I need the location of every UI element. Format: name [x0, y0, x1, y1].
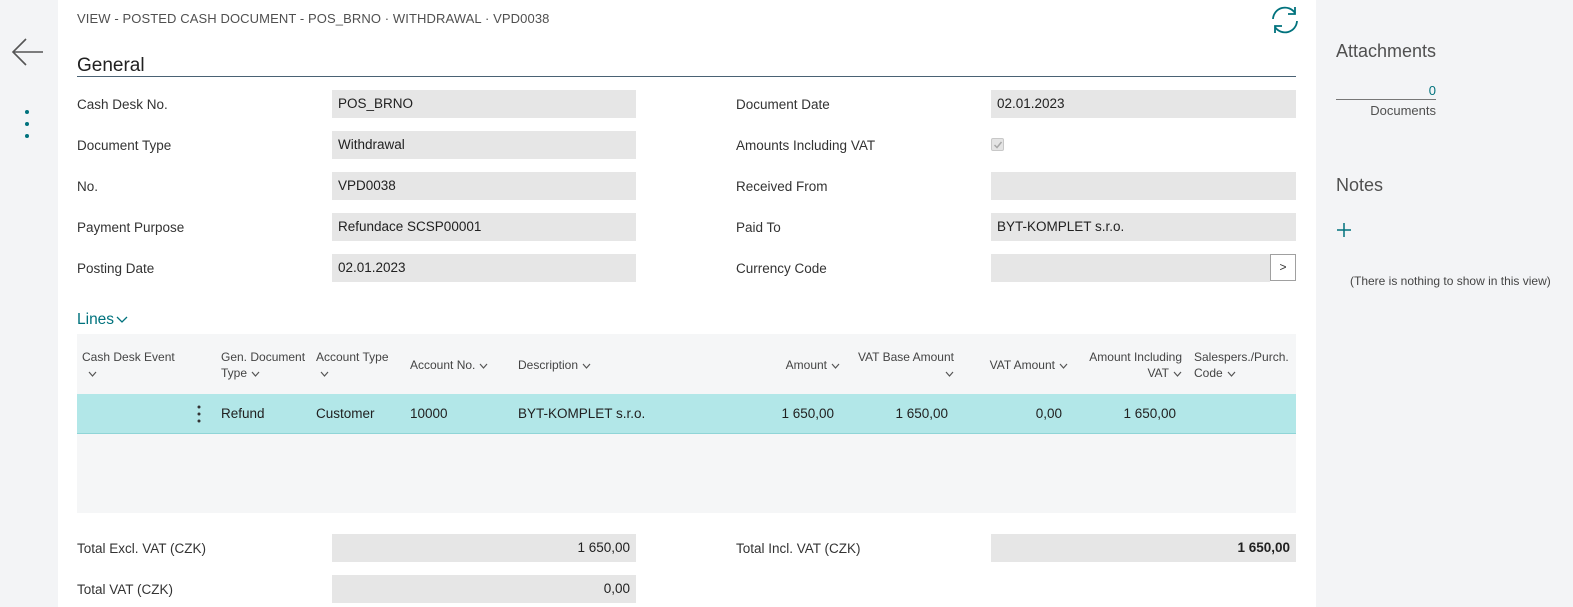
- notes-empty-message: (There is nothing to show in this view): [1350, 274, 1551, 288]
- refresh-button[interactable]: [1268, 4, 1302, 36]
- more-actions-button[interactable]: [18, 108, 36, 142]
- back-button[interactable]: [10, 36, 46, 68]
- cash-desk-no-label: Cash Desk No.: [77, 97, 168, 112]
- total-vat-label: Total VAT (CZK): [77, 582, 174, 597]
- col-header-label: VAT Base Amount: [857, 350, 954, 364]
- refresh-icon: [1272, 6, 1298, 34]
- cell-account-no[interactable]: 10000: [410, 406, 448, 421]
- col-header-label: VAT: [1147, 366, 1169, 380]
- page-caption: VIEW - POSTED CASH DOCUMENT - POS_BRNO ·…: [77, 11, 550, 26]
- vertical-ellipsis-icon: [197, 405, 201, 423]
- total-incl-vat-label: Total Incl. VAT (CZK): [736, 541, 861, 556]
- total-incl-vat-value: 1 650,00: [991, 534, 1296, 562]
- chevron-down-icon: [479, 363, 488, 369]
- chevron-down-icon: [1059, 363, 1068, 369]
- table-row[interactable]: Refund Customer 10000 BYT-KOMPLET s.r.o.…: [77, 394, 1296, 434]
- col-header-label: Account Type: [316, 350, 389, 364]
- col-header-description[interactable]: Description: [518, 357, 591, 373]
- cell-amount[interactable]: 1 650,00: [781, 406, 834, 421]
- chevron-down-icon: [1227, 371, 1236, 377]
- add-note-button[interactable]: [1334, 220, 1354, 240]
- chevron-down-icon: [116, 316, 128, 323]
- total-excl-vat-value: 1 650,00: [332, 534, 636, 562]
- main-content: VIEW - POSTED CASH DOCUMENT - POS_BRNO ·…: [58, 0, 1316, 607]
- checkmark-icon: [993, 141, 1003, 149]
- currency-code-label: Currency Code: [736, 261, 827, 276]
- row-actions-button[interactable]: [195, 404, 203, 424]
- chevron-down-icon: [1173, 371, 1182, 377]
- arrow-left-icon: [11, 38, 43, 66]
- posting-date-field[interactable]: 02.01.2023: [332, 254, 636, 282]
- col-header-amount[interactable]: Amount: [786, 357, 840, 373]
- lines-section-toggle[interactable]: Lines: [77, 311, 128, 329]
- factbox-pane: Attachments 0 Documents Notes (There is …: [1316, 0, 1573, 607]
- col-header-vat-base-amount[interactable]: VAT Base Amount: [858, 349, 954, 381]
- col-header-account-no[interactable]: Account No.: [410, 357, 488, 373]
- cash-desk-no-field[interactable]: POS_BRNO: [332, 90, 636, 118]
- paid-to-field[interactable]: BYT-KOMPLET s.r.o.: [991, 213, 1296, 241]
- total-excl-vat-label: Total Excl. VAT (CZK): [77, 541, 207, 556]
- payment-purpose-field[interactable]: Refundace SCSP00001: [332, 213, 636, 241]
- amounts-including-vat-label: Amounts Including VAT: [736, 138, 876, 153]
- total-vat-value: 0,00: [332, 575, 636, 603]
- chevron-down-icon: [251, 371, 260, 377]
- cell-vat-base-amount[interactable]: 1 650,00: [895, 406, 948, 421]
- received-from-label: Received From: [736, 179, 828, 194]
- currency-code-assist-button[interactable]: >: [1270, 254, 1296, 281]
- document-date-label: Document Date: [736, 97, 830, 112]
- left-rail: [0, 0, 58, 607]
- col-header-label: VAT Amount: [989, 358, 1055, 372]
- vertical-ellipsis-icon: [25, 110, 29, 138]
- lines-title: Lines: [77, 311, 115, 328]
- general-section-title: General: [77, 55, 145, 76]
- cell-vat-amount[interactable]: 0,00: [1036, 406, 1062, 421]
- col-header-vat-amount[interactable]: VAT Amount: [990, 357, 1068, 373]
- no-field[interactable]: VPD0038: [332, 172, 636, 200]
- chevron-down-icon: [831, 363, 840, 369]
- documents-label: Documents: [1370, 103, 1436, 118]
- notes-title: Notes: [1336, 175, 1384, 195]
- col-header-label: Gen. Document: [221, 350, 306, 364]
- currency-code-field[interactable]: [991, 254, 1270, 282]
- col-header-label: Amount Including: [1089, 350, 1182, 364]
- col-header-amount-including-vat[interactable]: Amount Including VAT: [1089, 349, 1182, 381]
- col-header-label: Code: [1194, 366, 1223, 380]
- col-header-gen-document-type[interactable]: Gen. Document Type: [221, 349, 305, 381]
- cell-amount-including-vat[interactable]: 1 650,00: [1123, 406, 1176, 421]
- no-label: No.: [77, 179, 99, 194]
- chevron-down-icon: [945, 371, 954, 377]
- document-type-label: Document Type: [77, 138, 172, 153]
- col-header-label: Description: [518, 358, 579, 372]
- cell-account-type[interactable]: Customer: [316, 406, 375, 421]
- payment-purpose-label: Payment Purpose: [77, 220, 185, 235]
- chevron-down-icon: [582, 363, 591, 369]
- lines-grid: Cash Desk Event Gen. Document Type Accou…: [77, 334, 1296, 513]
- plus-icon: [1337, 223, 1351, 237]
- col-header-account-type[interactable]: Account Type: [316, 349, 389, 381]
- chevron-down-icon: [88, 371, 97, 377]
- col-header-cash-desk-event[interactable]: Cash Desk Event: [82, 349, 175, 381]
- documents-count-link[interactable]: 0: [1336, 83, 1436, 100]
- col-header-label: Type: [221, 366, 248, 380]
- col-header-label: Account No.: [410, 358, 476, 372]
- posting-date-label: Posting Date: [77, 261, 155, 276]
- col-header-label: Salespers./Purch.: [1194, 350, 1289, 364]
- amounts-including-vat-checkbox[interactable]: [991, 138, 1004, 151]
- chevron-down-icon: [320, 371, 329, 377]
- attachments-title: Attachments: [1336, 41, 1437, 61]
- document-date-field[interactable]: 02.01.2023: [991, 90, 1296, 118]
- col-header-label: Cash Desk Event: [82, 350, 175, 364]
- received-from-field[interactable]: [991, 172, 1296, 200]
- col-header-label: Amount: [785, 358, 827, 372]
- cell-description[interactable]: BYT-KOMPLET s.r.o.: [518, 406, 645, 421]
- section-divider: [77, 76, 1296, 77]
- col-header-salespers-purch-code[interactable]: Salespers./Purch. Code: [1194, 349, 1289, 381]
- document-type-field[interactable]: Withdrawal: [332, 131, 636, 159]
- cell-gen-document-type[interactable]: Refund: [221, 406, 265, 421]
- paid-to-label: Paid To: [736, 220, 781, 235]
